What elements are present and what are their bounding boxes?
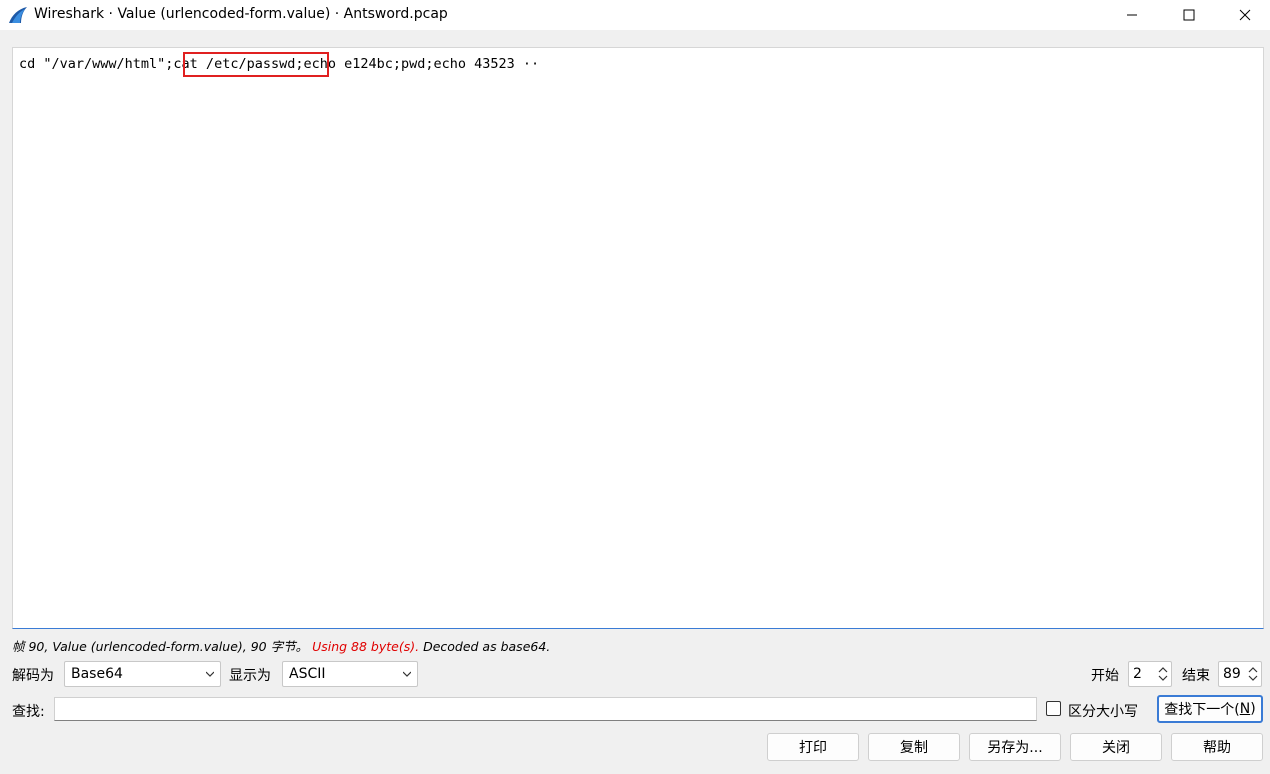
minimize-icon bbox=[1127, 14, 1137, 16]
find-next-shortcut: N bbox=[1239, 701, 1251, 717]
find-next-button[interactable]: 查找下一个(N) bbox=[1157, 695, 1263, 723]
copy-button[interactable]: 复制 bbox=[868, 733, 960, 761]
decoded-content-text: cd "/var/www/html";cat /etc/passwd;echo … bbox=[19, 56, 540, 72]
save-as-button[interactable]: 另存为... bbox=[969, 733, 1061, 761]
copy-label: 复制 bbox=[900, 740, 928, 756]
end-value: 89 bbox=[1223, 666, 1241, 682]
show-as-label: 显示为 bbox=[229, 668, 271, 684]
spin-arrows-icon[interactable] bbox=[1157, 664, 1169, 684]
close-label: 关闭 bbox=[1102, 740, 1130, 756]
show-as-select[interactable]: ASCII bbox=[282, 661, 418, 687]
chevron-down-icon bbox=[206, 671, 214, 677]
end-spinbox[interactable]: 89 bbox=[1218, 661, 1262, 687]
print-button[interactable]: 打印 bbox=[767, 733, 859, 761]
close-icon bbox=[1239, 9, 1251, 21]
find-next-paren: ) bbox=[1250, 701, 1256, 717]
spin-arrows-icon[interactable] bbox=[1247, 664, 1259, 684]
help-button[interactable]: 帮助 bbox=[1171, 733, 1263, 761]
status-line: 帧 90, Value (urlencoded-form.value), 90 … bbox=[12, 636, 550, 655]
case-sensitive-label: 区分大小写 bbox=[1068, 704, 1138, 720]
end-label: 结束 bbox=[1182, 668, 1210, 684]
minimize-button[interactable] bbox=[1109, 0, 1155, 30]
find-next-label: 查找下一个( bbox=[1164, 702, 1240, 718]
find-input[interactable] bbox=[54, 697, 1037, 721]
wireshark-fin-icon bbox=[9, 7, 27, 23]
window-title: Wireshark · Value (urlencoded-form.value… bbox=[34, 6, 448, 22]
status-warning: Using 88 byte(s). bbox=[308, 639, 420, 654]
close-button[interactable]: 关闭 bbox=[1070, 733, 1162, 761]
options-row: 解码为 Base64 显示为 ASCII 开始 2 结束 89 bbox=[0, 661, 1270, 687]
find-label: 查找: bbox=[12, 704, 45, 720]
content-viewer[interactable]: cd "/var/www/html";cat /etc/passwd;echo … bbox=[12, 47, 1264, 629]
save-as-label: 另存为... bbox=[987, 740, 1043, 756]
maximize-icon bbox=[1183, 9, 1195, 21]
chevron-down-icon bbox=[403, 671, 411, 677]
help-label: 帮助 bbox=[1203, 740, 1231, 756]
show-as-value: ASCII bbox=[289, 666, 326, 682]
decode-as-label: 解码为 bbox=[12, 668, 54, 684]
close-window-button[interactable] bbox=[1222, 0, 1268, 30]
decode-as-value: Base64 bbox=[71, 666, 123, 682]
print-label: 打印 bbox=[799, 740, 827, 756]
decode-as-select[interactable]: Base64 bbox=[64, 661, 221, 687]
status-frame-info: 帧 90, Value (urlencoded-form.value), 90 … bbox=[12, 639, 309, 654]
title-bar: Wireshark · Value (urlencoded-form.value… bbox=[0, 0, 1270, 30]
case-sensitive-checkbox[interactable] bbox=[1046, 701, 1061, 716]
start-value: 2 bbox=[1133, 666, 1142, 682]
maximize-button[interactable] bbox=[1166, 0, 1212, 30]
start-spinbox[interactable]: 2 bbox=[1128, 661, 1172, 687]
start-label: 开始 bbox=[1091, 668, 1119, 684]
status-decoded-info: Decoded as base64. bbox=[419, 639, 551, 654]
